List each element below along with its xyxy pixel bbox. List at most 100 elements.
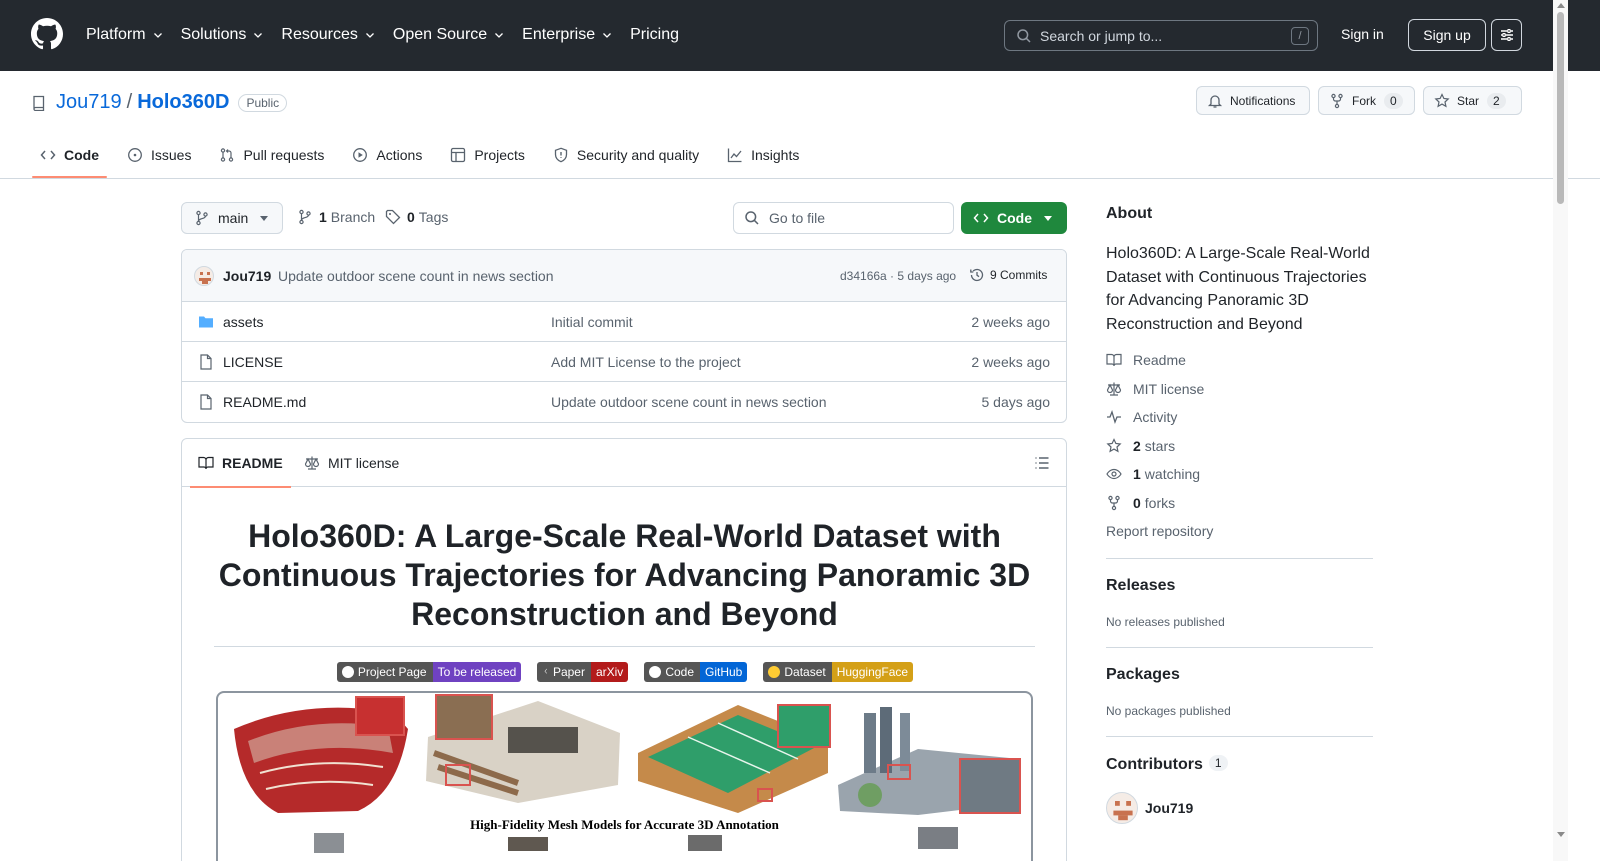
notifications-button[interactable]: Notifications — [1196, 86, 1310, 115]
dropdown-caret-icon — [260, 216, 268, 221]
watchers-count: 1 — [1133, 466, 1141, 482]
commit-author-link[interactable]: Jou719 — [223, 268, 271, 284]
tab-issues[interactable]: Issues — [119, 132, 199, 178]
code-button-label: Code — [997, 210, 1032, 226]
sign-in-link[interactable]: Sign in — [1341, 26, 1384, 42]
nav-resources[interactable]: Resources — [281, 24, 375, 46]
branch-selector-button[interactable]: main — [181, 202, 283, 234]
nav-enterprise[interactable]: Enterprise — [522, 24, 613, 46]
file-name-link[interactable]: LICENSE — [223, 354, 283, 370]
github-logo-icon[interactable] — [31, 18, 63, 50]
dataset-badge[interactable]: Dataset HuggingFace — [763, 662, 914, 682]
repo-owner-link[interactable]: Jou719 — [56, 91, 122, 114]
tab-security[interactable]: Security and quality — [545, 132, 707, 178]
file-name-link[interactable]: assets — [223, 314, 263, 330]
license-link[interactable]: MIT license — [1106, 381, 1204, 397]
tab-pull-requests[interactable]: Pull requests — [211, 132, 332, 178]
scroll-down-arrow-icon[interactable] — [1557, 832, 1565, 837]
commit-hash-link[interactable]: d34166a · 5 days ago — [840, 269, 956, 283]
stars-link[interactable]: 2 stars — [1106, 438, 1175, 454]
search-placeholder: Search or jump to... — [1040, 27, 1163, 44]
file-commit-message[interactable]: Update outdoor scene count in news secti… — [551, 394, 827, 410]
scroll-up-arrow-icon[interactable] — [1557, 3, 1565, 8]
tab-license[interactable]: MIT license — [304, 439, 399, 487]
sign-up-button[interactable]: Sign up — [1408, 19, 1486, 51]
file-commit-message[interactable]: Initial commit — [551, 314, 633, 330]
table-of-contents-icon[interactable] — [1034, 455, 1050, 471]
tab-label: Pull requests — [243, 147, 325, 163]
tab-label: Issues — [151, 147, 192, 163]
tab-projects[interactable]: Projects — [442, 132, 533, 178]
tag-count: 0 — [407, 209, 415, 225]
link-label: MIT license — [1133, 381, 1205, 397]
tab-readme[interactable]: README — [190, 439, 291, 488]
nav-pricing[interactable]: Pricing — [630, 24, 679, 46]
contributor-item[interactable]: Jou719 — [1106, 792, 1193, 824]
file-commit-message[interactable]: Add MIT License to the project — [551, 354, 741, 370]
nav-solutions[interactable]: Solutions — [181, 24, 265, 46]
go-to-file-input[interactable]: Go to file — [733, 202, 954, 234]
star-button[interactable]: Star 2 — [1423, 86, 1522, 115]
star-label: Star — [1457, 93, 1480, 108]
packages-heading[interactable]: Packages — [1106, 666, 1180, 684]
watchers-link[interactable]: 1 watching — [1106, 466, 1200, 482]
badge-right-text: To be released — [432, 662, 522, 682]
readme-link[interactable]: Readme — [1106, 352, 1186, 368]
avatar[interactable] — [194, 266, 214, 286]
law-icon — [304, 456, 320, 470]
table-row: README.md Update outdoor scene count in … — [182, 382, 1066, 422]
repo-name-link[interactable]: Holo360D — [137, 91, 229, 114]
forks-link[interactable]: 0 forks — [1106, 495, 1175, 511]
star-count: 2 — [1487, 92, 1506, 109]
file-name-link[interactable]: README.md — [223, 394, 306, 410]
tag-icon — [385, 209, 401, 225]
tag-label: Tags — [418, 209, 449, 225]
heading-divider — [214, 646, 1035, 647]
report-repository-link[interactable]: Report repository — [1106, 523, 1213, 539]
commits-history-link[interactable]: 9 Commits — [969, 267, 1047, 283]
releases-heading[interactable]: Releases — [1106, 577, 1175, 595]
scrollbar-thumb[interactable] — [1557, 12, 1564, 204]
fork-label: Fork — [1352, 93, 1376, 108]
commit-message-link[interactable]: Update outdoor scene count in news secti… — [278, 268, 554, 284]
contributor-name: Jou719 — [1145, 800, 1194, 816]
readme-tab-label: README — [222, 455, 283, 471]
file-commit-time: 5 days ago — [981, 394, 1051, 410]
fork-count: 0 — [1384, 92, 1403, 109]
badge-right-text: arXiv — [590, 662, 629, 682]
tab-code[interactable]: Code — [32, 132, 107, 178]
global-search-input[interactable]: Search or jump to... / — [1004, 20, 1318, 51]
badge-left-text: Paper — [552, 665, 585, 679]
law-icon — [1106, 382, 1122, 396]
graph-icon — [727, 148, 742, 163]
history-icon — [970, 268, 984, 282]
project-page-badge[interactable]: Project Page To be released — [336, 662, 522, 682]
contributors-heading[interactable]: Contributors 1 — [1106, 755, 1228, 774]
nav-label: Resources — [281, 26, 358, 43]
tab-actions[interactable]: Actions — [344, 132, 430, 178]
tab-insights[interactable]: Insights — [719, 132, 807, 178]
nav-open-source[interactable]: Open Source — [393, 24, 505, 46]
branches-link[interactable]: 1 Branch — [297, 209, 375, 225]
code-download-button[interactable]: Code — [961, 202, 1067, 234]
link-label: watching — [1144, 466, 1201, 482]
nav-platform[interactable]: Platform — [86, 24, 164, 46]
page-scrollbar[interactable] — [1553, 0, 1568, 861]
tab-label: Projects — [474, 147, 525, 163]
search-shortcut-hint: / — [1291, 27, 1309, 45]
play-icon — [353, 148, 368, 162]
chevron-down-icon — [254, 33, 263, 38]
sidebar-divider — [1106, 558, 1373, 559]
tab-label: Code — [64, 147, 99, 163]
tags-link[interactable]: 0 Tags — [385, 209, 448, 225]
chevron-down-icon — [365, 33, 374, 38]
activity-link[interactable]: Activity — [1106, 409, 1177, 425]
paper-badge[interactable]: ᚲ Paper arXiv — [537, 662, 629, 682]
appearance-settings-button[interactable] — [1491, 19, 1522, 51]
file-commit-time: 2 weeks ago — [971, 354, 1050, 370]
fork-button[interactable]: Fork 0 — [1318, 86, 1415, 115]
badge-row: Project Page To be released ᚲ Paper arXiv… — [182, 662, 1066, 682]
link-label: Activity — [1133, 409, 1178, 425]
code-badge[interactable]: Code GitHub — [644, 662, 748, 682]
book-icon — [1106, 353, 1122, 367]
